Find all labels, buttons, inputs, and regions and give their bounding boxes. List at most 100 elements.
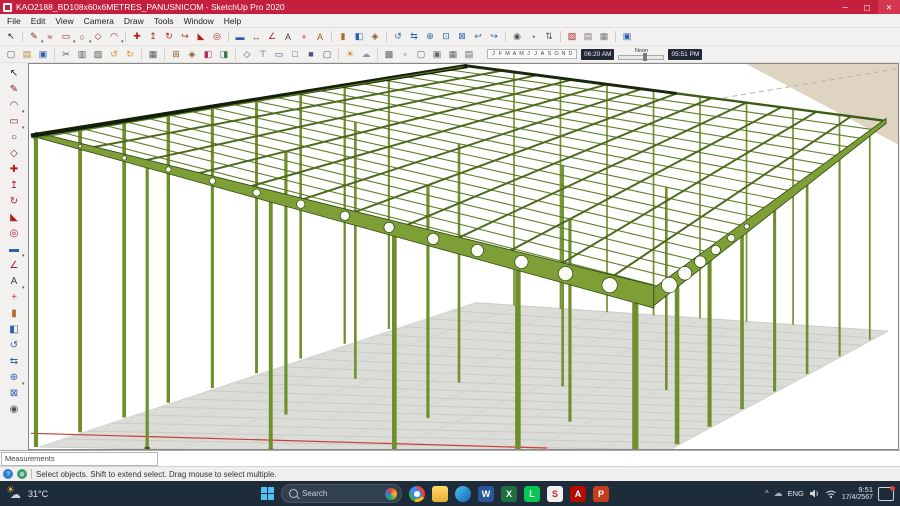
next-view-icon[interactable]: ↪ <box>487 30 502 43</box>
language-indicator[interactable]: ENG <box>788 489 804 498</box>
new-icon[interactable]: ▢ <box>4 48 19 61</box>
display-section-cuts-icon[interactable]: ▦ <box>597 30 612 43</box>
make-component-icon[interactable]: ◈ <box>368 30 383 43</box>
menu-view[interactable]: View <box>50 16 78 26</box>
print-icon[interactable]: ▦ <box>146 48 161 61</box>
shaded-mode-icon[interactable]: ▣ <box>430 48 445 61</box>
measurements-box[interactable]: Measurements <box>1 452 158 466</box>
3d-text-icon[interactable]: A <box>313 30 328 43</box>
scale-icon[interactable]: ◣ <box>6 210 23 225</box>
arc-icon[interactable]: ◠▾ <box>6 98 23 113</box>
push-pull-icon[interactable]: ↥ <box>6 178 23 193</box>
tape-measure-icon[interactable]: ▬▾ <box>6 242 23 257</box>
menu-tools[interactable]: Tools <box>149 16 179 26</box>
axes-icon[interactable]: + <box>6 290 23 305</box>
rectangle-icon[interactable]: ▭▾ <box>59 30 74 43</box>
taskbar-weather[interactable]: ☀ ☁ 31°C <box>6 486 126 502</box>
edge-icon[interactable] <box>455 486 471 502</box>
zoom-extents-icon[interactable]: ⊠ <box>455 30 470 43</box>
rotate-icon[interactable]: ↻ <box>6 194 23 209</box>
pan-icon[interactable]: ⇆ <box>6 354 23 369</box>
eraser-icon[interactable]: ▮ <box>336 30 351 43</box>
start-button[interactable] <box>261 487 274 500</box>
notification-icon[interactable] <box>878 487 894 501</box>
xray-mode-icon[interactable]: ▩ <box>382 48 397 61</box>
paint-bucket-icon[interactable]: ◧ <box>352 30 367 43</box>
viewport-3d[interactable] <box>28 63 899 450</box>
back-view-icon[interactable]: ■ <box>304 48 319 61</box>
cut-icon[interactable]: ✂ <box>59 48 74 61</box>
move-icon[interactable]: ✚ <box>130 30 145 43</box>
make-group-icon[interactable]: ⊞ <box>169 48 184 61</box>
undo-icon[interactable]: ↺ <box>107 48 122 61</box>
components-icon[interactable]: ◈ <box>185 48 200 61</box>
taskbar-search[interactable]: Search <box>281 484 402 503</box>
paint-bucket-icon[interactable]: ◧ <box>6 322 23 337</box>
save-icon[interactable]: ▣ <box>36 48 51 61</box>
position-camera-icon[interactable]: ◉ <box>510 30 525 43</box>
minimize-button[interactable]: ─ <box>834 0 856 14</box>
axes-icon[interactable]: + <box>297 30 312 43</box>
orbit-icon[interactable]: ↺ <box>6 338 23 353</box>
shadow-time-slider[interactable]: Noon <box>618 48 664 60</box>
dimension-icon[interactable]: ↔ <box>249 30 264 43</box>
volume-icon[interactable] <box>809 488 820 499</box>
walk-icon[interactable]: ⇅ <box>542 30 557 43</box>
time-slider-track[interactable] <box>618 55 664 60</box>
previous-view-icon[interactable]: ↩ <box>471 30 486 43</box>
word-icon[interactable]: W <box>478 486 494 502</box>
offset-icon[interactable]: ◎ <box>6 226 23 241</box>
open-icon[interactable]: ▤ <box>20 48 35 61</box>
monochrome-mode-icon[interactable]: ▤ <box>462 48 477 61</box>
front-view-icon[interactable]: ▭ <box>272 48 287 61</box>
textured-mode-icon[interactable]: ▦ <box>446 48 461 61</box>
geolocation-icon[interactable]: ⊕ <box>17 469 27 479</box>
left-view-icon[interactable]: ▢ <box>320 48 335 61</box>
line-app-icon[interactable]: L <box>524 486 540 502</box>
polygon-icon[interactable]: ◇ <box>6 146 23 161</box>
text-icon[interactable]: A <box>281 30 296 43</box>
wifi-icon[interactable] <box>825 488 837 499</box>
line-icon[interactable]: ✎ <box>6 82 23 97</box>
look-around-icon[interactable]: ◔ <box>526 30 541 43</box>
scale-icon[interactable]: ◣ <box>194 30 209 43</box>
fog-icon[interactable]: ☁ <box>359 48 374 61</box>
tray-clock[interactable]: 9:51 17/4/2567 <box>842 486 873 502</box>
circle-icon[interactable]: ○▾ <box>75 30 90 43</box>
tape-measure-icon[interactable]: ▬ <box>233 30 248 43</box>
close-button[interactable]: ✕ <box>878 0 900 14</box>
materials-icon[interactable]: ◧ <box>201 48 216 61</box>
excel-icon[interactable]: X <box>501 486 517 502</box>
position-camera-icon[interactable]: ◉ <box>6 402 23 417</box>
text-icon[interactable]: A▾ <box>6 274 23 289</box>
protractor-icon[interactable]: ∠ <box>6 258 23 273</box>
chrome-icon[interactable] <box>409 486 425 502</box>
rotate-icon[interactable]: ↻ <box>162 30 177 43</box>
select-icon[interactable]: ↖ <box>4 30 19 43</box>
wireframe-mode-icon[interactable]: ▫ <box>398 48 413 61</box>
zoom-icon[interactable]: ⊕▾ <box>6 370 23 385</box>
menu-help[interactable]: Help <box>219 16 246 26</box>
arc-icon[interactable]: ◠▾ <box>107 30 122 43</box>
shadow-date-slider[interactable]: JFMAMJJASOND <box>487 49 577 59</box>
acrobat-icon[interactable]: A <box>570 486 586 502</box>
menu-draw[interactable]: Draw <box>119 16 149 26</box>
menu-file[interactable]: File <box>2 16 26 26</box>
line-icon[interactable]: ✎▾ <box>27 30 42 43</box>
display-section-planes-icon[interactable]: ▤ <box>581 30 596 43</box>
orbit-icon[interactable]: ↺ <box>391 30 406 43</box>
time-slider-thumb[interactable] <box>643 53 647 61</box>
move-icon[interactable]: ✚ <box>6 162 23 177</box>
help-icon[interactable]: ? <box>3 469 13 479</box>
follow-me-icon[interactable]: ↪ <box>178 30 193 43</box>
iso-view-icon[interactable]: ◇ <box>240 48 255 61</box>
menu-window[interactable]: Window <box>179 16 219 26</box>
paste-icon[interactable]: ▨ <box>91 48 106 61</box>
freehand-icon[interactable]: ≈ <box>43 30 58 43</box>
right-view-icon[interactable]: □ <box>288 48 303 61</box>
menu-edit[interactable]: Edit <box>26 16 51 26</box>
styles-icon[interactable]: ◨ <box>217 48 232 61</box>
protractor-icon[interactable]: ∠ <box>265 30 280 43</box>
onedrive-icon[interactable]: ☁ <box>774 488 783 499</box>
polygon-icon[interactable]: ◇ <box>91 30 106 43</box>
